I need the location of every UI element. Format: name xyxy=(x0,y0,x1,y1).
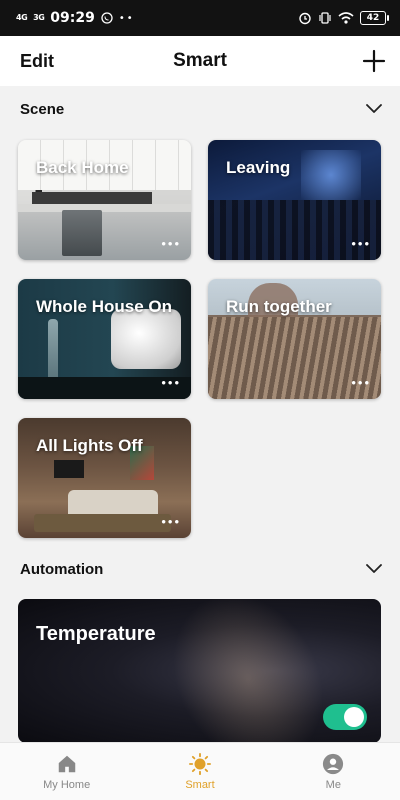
user-icon xyxy=(323,753,344,774)
toggle-knob xyxy=(344,707,364,727)
scene-card-title: Leaving xyxy=(226,158,291,177)
automation-card-temperature[interactable]: Temperature xyxy=(18,599,381,743)
edit-button[interactable]: Edit xyxy=(20,51,54,72)
signal-4g-icon: 4G xyxy=(16,13,28,22)
notification-dots-icon: •• xyxy=(118,12,135,24)
wifi-icon xyxy=(338,12,354,24)
vibrate-icon xyxy=(319,12,331,24)
alarm-icon xyxy=(299,12,311,25)
automation-card-title: Temperature xyxy=(36,623,156,645)
scene-card-all-lights-off[interactable]: All Lights Off ••• xyxy=(18,418,191,538)
nav-label: Me xyxy=(325,778,341,791)
sun-icon xyxy=(188,752,211,775)
scene-card-title: Whole House On xyxy=(36,297,172,316)
more-icon[interactable]: ••• xyxy=(351,376,371,389)
chevron-down-icon[interactable] xyxy=(366,104,382,114)
scene-section-header[interactable]: Scene xyxy=(0,96,400,122)
more-icon[interactable]: ••• xyxy=(161,237,181,250)
status-bar-right: 42 xyxy=(298,11,389,25)
battery-icon: 42 xyxy=(360,11,389,25)
scene-card-back-home[interactable]: Back Home ••• xyxy=(18,140,191,260)
status-time: 09:29 xyxy=(50,10,95,26)
nav-item-smart[interactable]: Smart xyxy=(133,743,266,800)
home-icon xyxy=(58,755,75,772)
page-title: Smart xyxy=(173,50,227,71)
chevron-down-icon[interactable] xyxy=(366,564,382,574)
scene-card-leaving[interactable]: Leaving ••• xyxy=(208,140,381,260)
automation-section-label: Automation xyxy=(20,560,104,578)
bottom-nav: My Home Smart Me xyxy=(0,742,400,800)
scene-card-title: Run together xyxy=(226,297,332,316)
more-icon[interactable]: ••• xyxy=(351,237,371,250)
scene-card-title: All Lights Off xyxy=(36,436,143,455)
status-bar: 4G 3G 09:29 •• 42 xyxy=(0,0,400,36)
nav-label: Smart xyxy=(185,778,215,791)
signal-3g-icon: 3G xyxy=(33,13,45,22)
scene-card-run-together[interactable]: Run together ••• xyxy=(208,279,381,399)
more-icon[interactable]: ••• xyxy=(161,515,181,528)
whatsapp-icon xyxy=(101,12,113,24)
plus-icon[interactable] xyxy=(362,49,386,73)
scene-card-whole-house-on[interactable]: Whole House On ••• xyxy=(18,279,191,399)
scene-section-label: Scene xyxy=(20,100,65,118)
nav-item-my-home[interactable]: My Home xyxy=(0,743,133,800)
automation-toggle[interactable] xyxy=(323,704,367,730)
more-icon[interactable]: ••• xyxy=(161,376,181,389)
nav-label: My Home xyxy=(43,778,91,791)
automation-section-header[interactable]: Automation xyxy=(0,556,400,582)
status-bar-left: 4G 3G 09:29 •• xyxy=(16,10,135,26)
scene-card-title: Back Home xyxy=(36,158,129,177)
nav-item-me[interactable]: Me xyxy=(267,743,400,800)
app-header: Edit Smart xyxy=(0,36,400,86)
